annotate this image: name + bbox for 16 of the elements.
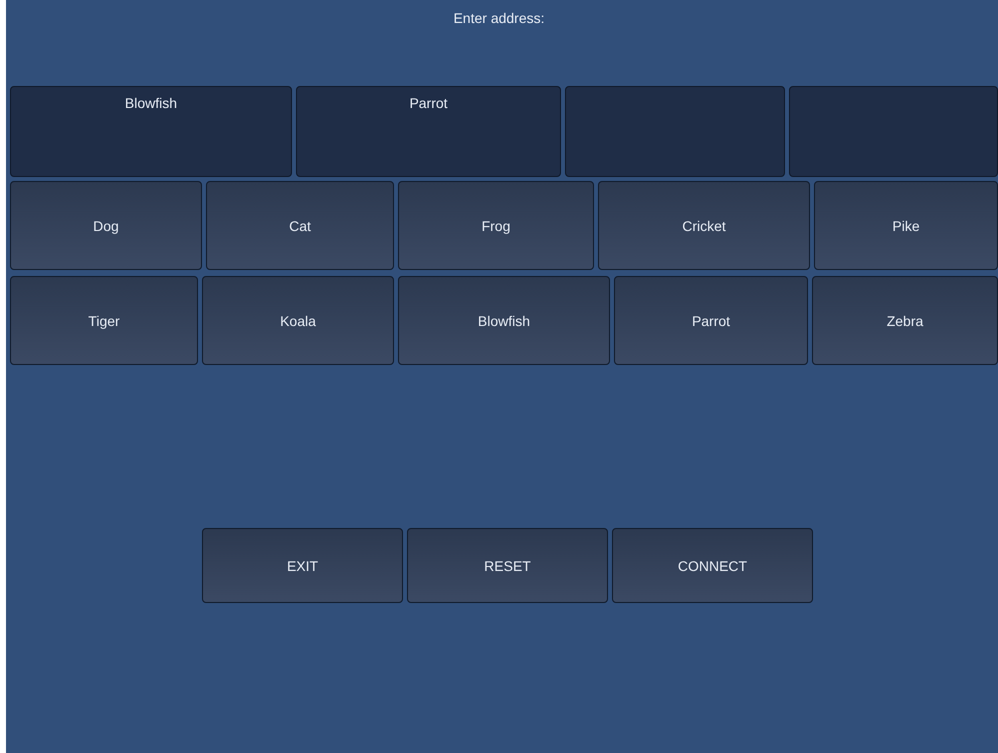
- address-prompt: Enter address:: [452, 10, 546, 26]
- animal-key[interactable]: Cricket: [598, 181, 810, 270]
- action-button[interactable]: RESET: [407, 528, 608, 603]
- animal-key[interactable]: Blowfish: [398, 276, 610, 365]
- address-slot: Parrot: [296, 86, 561, 177]
- animal-key[interactable]: Dog: [10, 181, 202, 270]
- animal-key[interactable]: Cat: [206, 181, 394, 270]
- animal-key[interactable]: Koala: [202, 276, 394, 365]
- animal-key[interactable]: Tiger: [10, 276, 198, 365]
- animal-key[interactable]: Frog: [398, 181, 594, 270]
- animal-key[interactable]: Zebra: [812, 276, 998, 365]
- action-button[interactable]: CONNECT: [612, 528, 813, 603]
- animal-key[interactable]: Parrot: [614, 276, 808, 365]
- action-button[interactable]: EXIT: [202, 528, 403, 603]
- address-slot: Blowfish: [10, 86, 292, 177]
- animal-key[interactable]: Pike: [814, 181, 998, 270]
